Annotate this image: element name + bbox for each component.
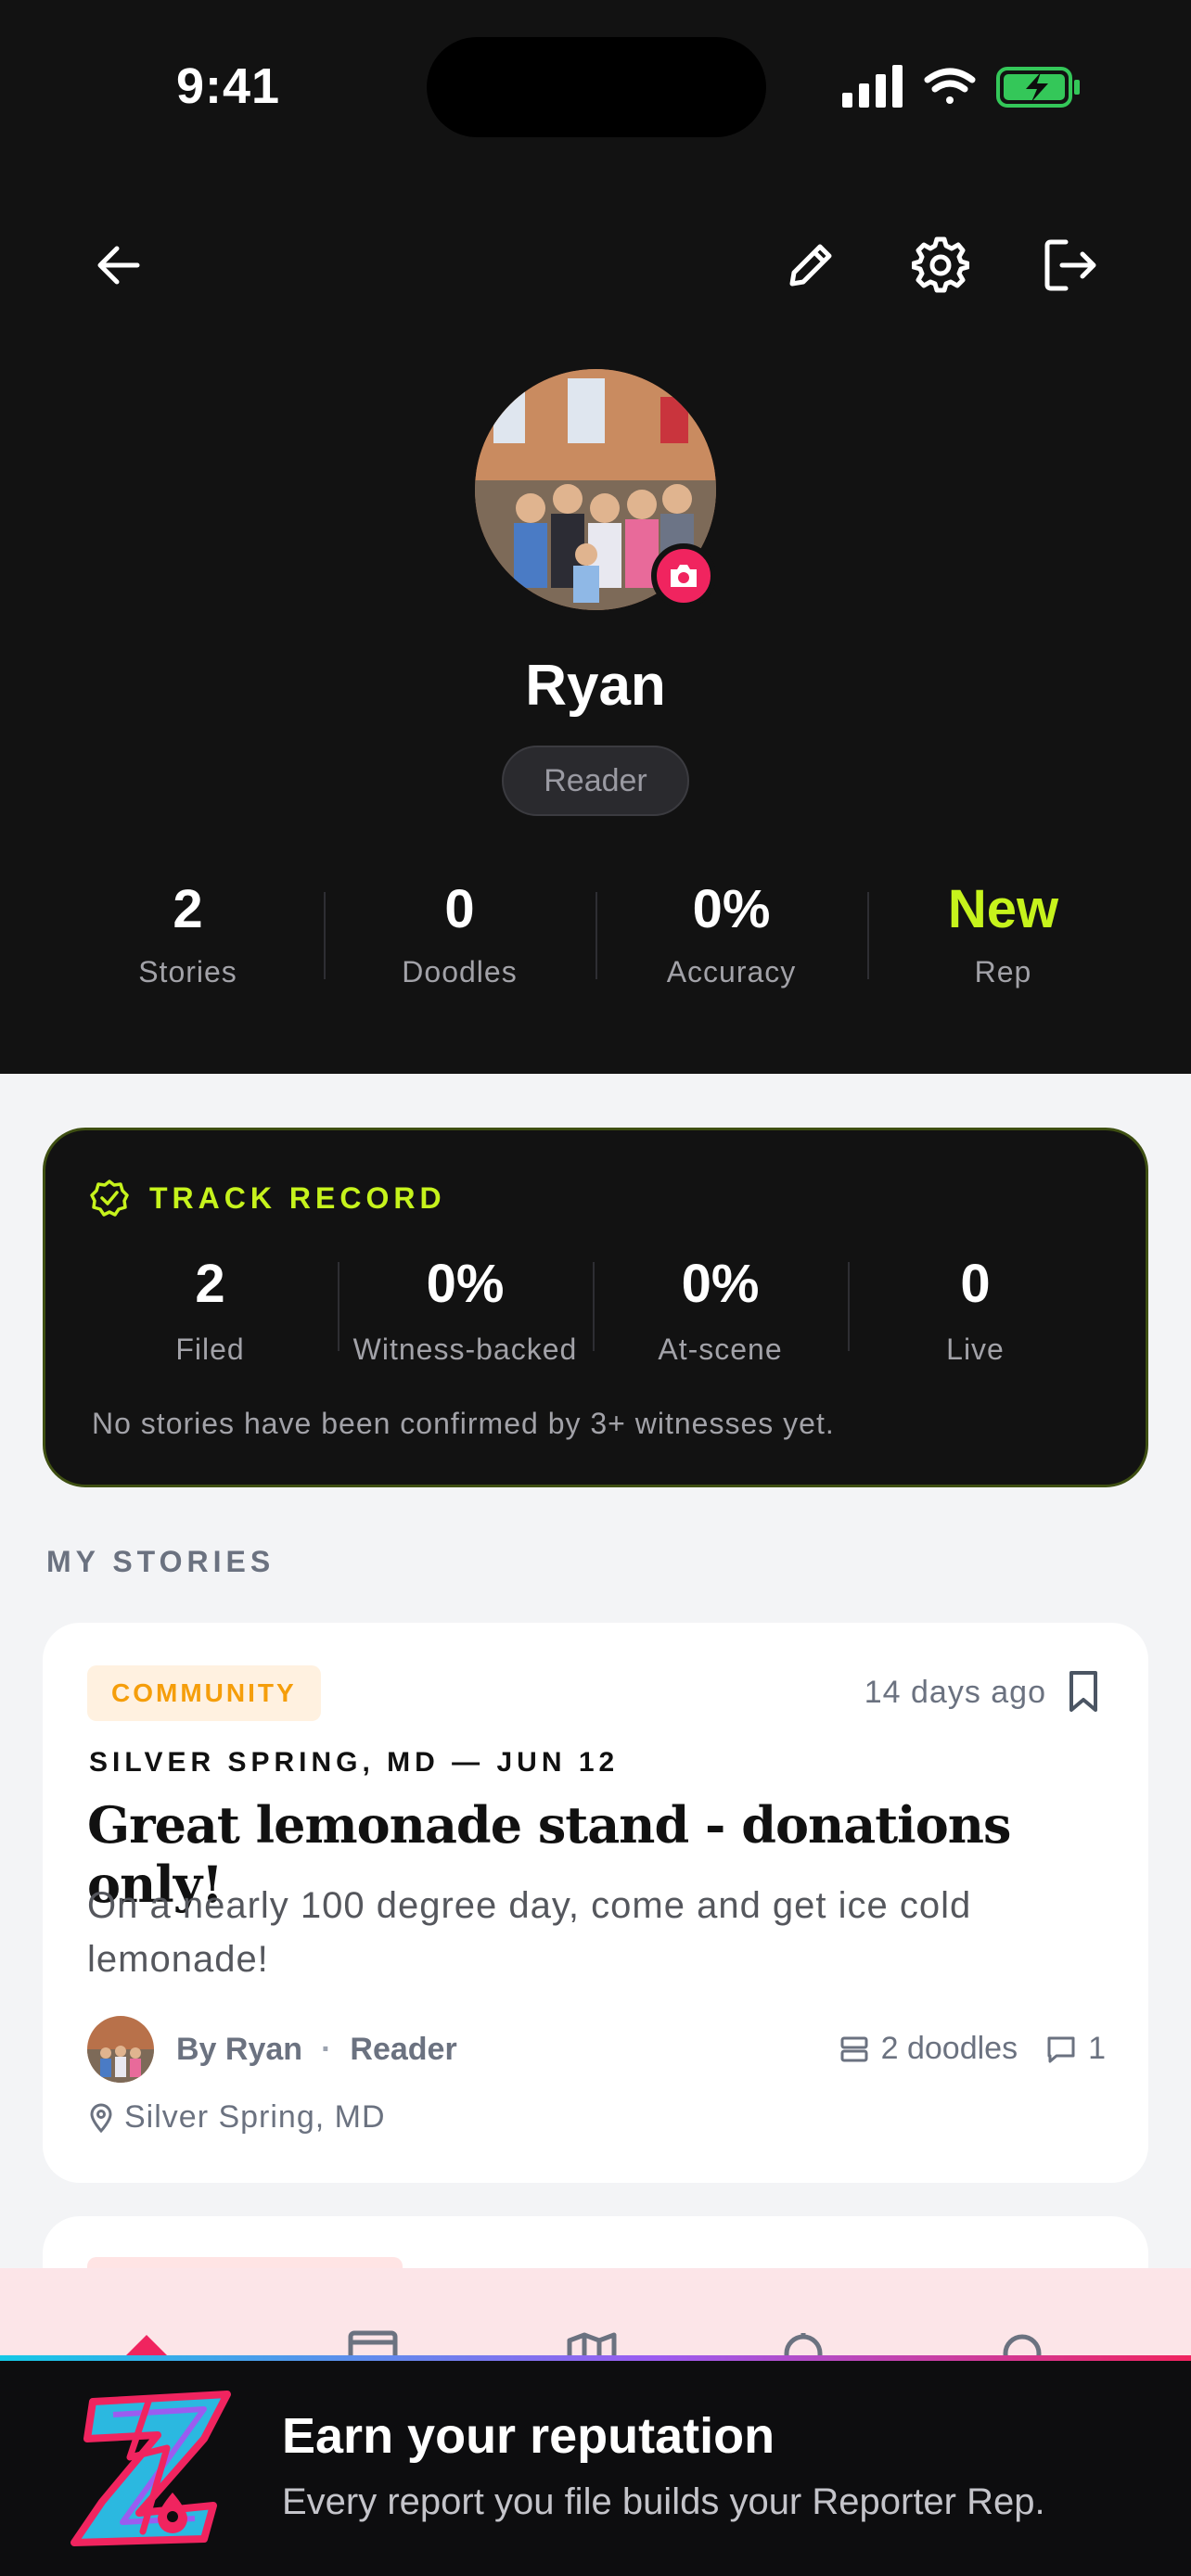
arrow-left-icon [97,246,140,285]
story-meta: 2 doodles 1 [839,2031,1106,2067]
bottom-tab-bar [0,2268,1191,2361]
profile-header: 9:41 Ryan Reader 2 Stories 0 Doodles 0% … [0,0,1191,1074]
stat-value: 2 [173,879,203,939]
logout-button[interactable] [1037,232,1104,299]
banner-title: Earn your reputation [282,2408,775,2464]
byline-separator: · [321,2031,332,2067]
track-stat-filed: 2 Filed [83,1247,338,1377]
verified-badge-icon [90,1180,129,1217]
camera-icon [671,565,697,587]
status-bar: 9:41 [0,0,1191,176]
edit-profile-button[interactable] [777,232,844,299]
gear-icon [912,236,969,293]
stat-value: New [947,879,1059,939]
app-logo-icon [70,2391,231,2546]
track-stat-live: 0 Live [848,1247,1103,1377]
story-time-ago: 14 days ago [864,1675,1046,1710]
logout-icon [1044,239,1096,291]
track-stat-witness-backed: 0% Witness-backed [338,1247,593,1377]
stat-label: Accuracy [666,955,797,988]
banner-gradient-line [0,2355,1191,2361]
track-record-note: No stories have been confirmed by 3+ wit… [92,1407,835,1440]
track-stat-label: Filed [175,1333,245,1366]
stat-accuracy: 0% Accuracy [596,872,867,1001]
dynamic-island [427,37,766,137]
track-stat-at-scene: 0% At-scene [593,1247,848,1377]
my-stories-heading: MY STORIES [46,1545,275,1578]
battery-icon [996,67,1080,108]
author-role: Reader [350,2031,457,2067]
story-summary: On a nearly 100 degree day, come and get… [87,1885,972,1980]
comment-icon [1047,2036,1075,2062]
status-time: 9:41 [176,58,281,114]
comment-count: 1 [1088,2031,1106,2066]
profile-name: Ryan [525,654,666,718]
track-stat-value: 0 [960,1254,991,1314]
track-stat-label: Witness-backed [352,1333,578,1366]
track-record-card: TRACK RECORD 2 Filed 0% Witness-backed 0… [43,1128,1148,1487]
banner-subtitle: Every report you file builds your Report… [282,2481,1045,2522]
stat-value: 0 [444,879,475,939]
story-card[interactable]: COMMUNITY 14 days ago SILVER SPRING, MD … [43,1623,1148,2183]
track-record-stats: 2 Filed 0% Witness-backed 0% At-scene 0 … [83,1247,1103,1377]
track-stat-label: At-scene [658,1333,783,1366]
signal-icon [842,65,903,108]
stat-value: 0% [692,879,771,939]
story-dateline: SILVER SPRING, MD — JUN 12 [89,1747,620,1778]
author-name: By Ryan [176,2031,303,2067]
stat-stories: 2 Stories [52,872,324,1001]
back-button[interactable] [85,232,152,299]
track-stat-value: 0% [426,1254,505,1314]
track-stat-value: 0% [681,1254,760,1314]
stat-label: Rep [974,955,1032,988]
bookmark-icon[interactable] [1067,1669,1100,1714]
story-location: Silver Spring, MD [89,2099,386,2136]
story-byline: By Ryan · Reader [87,2016,457,2083]
track-record-title: TRACK RECORD [149,1180,446,1215]
track-record-header: TRACK RECORD [90,1179,446,1218]
track-stat-label: Live [946,1333,1005,1366]
location-label: Silver Spring, MD [124,2099,386,2135]
doodle-count: 2 doodles [880,2031,1018,2066]
pencil-icon [789,244,832,287]
stat-label: Stories [138,955,237,988]
profile-stats: 2 Stories 0 Doodles 0% Accuracy New Rep [52,872,1139,1001]
role-badge: Reader [502,746,689,816]
change-photo-button[interactable] [651,543,716,608]
stat-rep: New Rep [867,872,1139,1001]
layers-icon [840,2036,868,2061]
author-avatar [87,2016,154,2083]
settings-button[interactable] [907,232,974,299]
map-pin-icon [90,2103,112,2133]
reputation-banner[interactable]: Earn your reputation Every report you fi… [0,2355,1191,2576]
profile-avatar[interactable] [475,369,716,610]
wifi-icon [924,68,976,104]
stat-doodles: 0 Doodles [324,872,596,1001]
stat-label: Doodles [402,955,518,988]
track-stat-value: 2 [195,1254,225,1314]
status-icons [842,65,1080,108]
category-tag: COMMUNITY [87,1665,321,1721]
